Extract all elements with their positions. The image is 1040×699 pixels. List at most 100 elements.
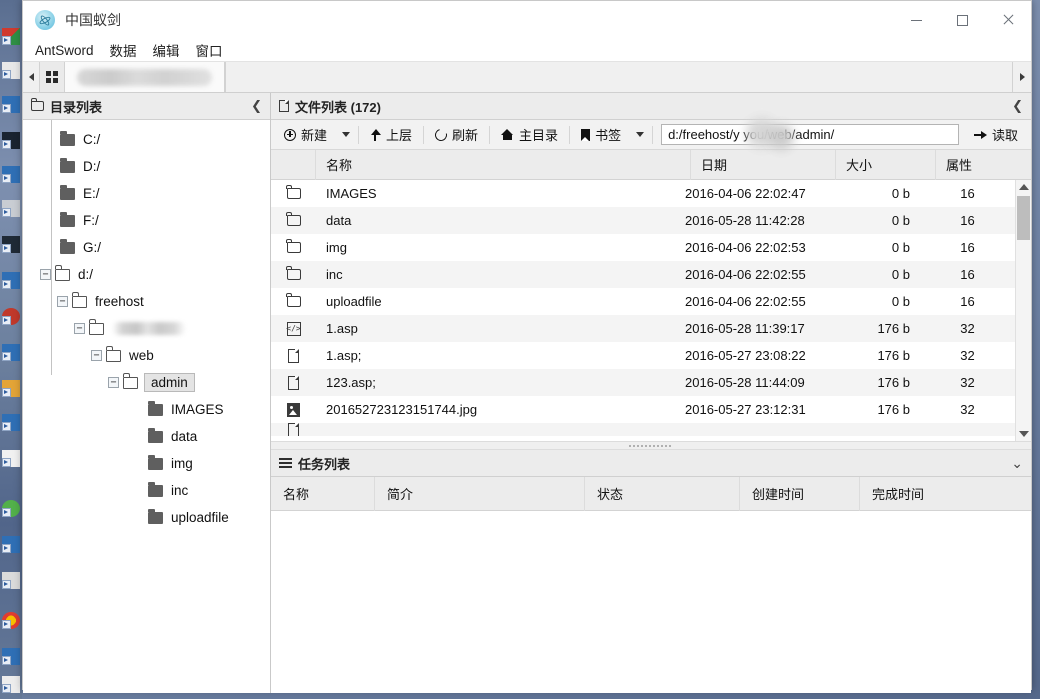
tree-node-freehost[interactable]: − freehost <box>23 288 270 315</box>
scrollbar-thumb[interactable] <box>1017 196 1030 240</box>
task-table-header: 名称 简介 状态 创建时间 完成时间 <box>271 476 1031 511</box>
tree-node-d-lower[interactable]: − d:/ <box>23 261 270 288</box>
file-row-attr: 16 <box>960 213 975 228</box>
table-row[interactable]: 123.asp; 2016-05-28 11:44:09 176 b 32 <box>271 369 1015 396</box>
file-list-collapse-button[interactable]: ❮ <box>1012 98 1023 114</box>
scrollbar-down-button[interactable] <box>1016 427 1031 441</box>
table-row[interactable] <box>271 423 1015 436</box>
up-button-label: 上层 <box>386 128 413 143</box>
minimize-button[interactable] <box>893 1 939 39</box>
table-row[interactable]: inc 2016-04-06 22:02:55 0 b 16 <box>271 261 1015 288</box>
file-row-date: 2016-05-27 23:08:22 <box>685 348 806 363</box>
desktop-icon <box>2 166 20 183</box>
tree-node-inc[interactable]: inc <box>23 477 270 504</box>
folder-icon <box>286 266 301 280</box>
tree-node-data[interactable]: data <box>23 423 270 450</box>
file-list-title: 文件列表 (172) <box>295 99 381 115</box>
tree-node-uploadfile[interactable]: uploadfile <box>23 504 270 531</box>
tree-node-d-drive[interactable]: D:/ <box>23 153 270 180</box>
maximize-button[interactable] <box>939 1 985 39</box>
table-row[interactable]: uploadfile 2016-04-06 22:02:55 0 b 16 <box>271 288 1015 315</box>
tree-node-images[interactable]: IMAGES <box>23 396 270 423</box>
bookmark-button[interactable]: 书签 <box>572 123 630 147</box>
file-row-size: 0 b <box>891 294 910 309</box>
arrow-up-icon <box>370 128 381 141</box>
task-column-create-time[interactable]: 创建时间 <box>740 476 860 511</box>
file-list-panel: 文件列表 (172) ❮ 新建 上层 刷新 主目录 书签 d:/freehost… <box>271 93 1031 441</box>
folder-solid-icon <box>148 508 163 524</box>
path-input[interactable]: d:/freehost/y you/web/admin/ <box>661 118 959 150</box>
tab-grid-view[interactable] <box>40 62 65 92</box>
read-button[interactable]: 读取 <box>965 123 1027 147</box>
new-button[interactable]: 新建 <box>275 123 336 147</box>
tree-toggle-collapse-icon[interactable]: − <box>91 350 102 361</box>
file-list-scrollbar[interactable] <box>1015 180 1031 441</box>
tree-node-c[interactable]: C:/ <box>23 126 270 153</box>
file-icon <box>288 423 299 436</box>
task-column-state[interactable]: 状态 <box>585 476 740 511</box>
tree-node-g[interactable]: G:/ <box>23 234 270 261</box>
tab-scroll-left-button[interactable] <box>23 62 40 92</box>
tree-node-e[interactable]: E:/ <box>23 180 270 207</box>
tree-node-label: IMAGES <box>171 402 224 417</box>
home-button[interactable]: 主目录 <box>492 123 567 147</box>
tree-node-img[interactable]: img <box>23 450 270 477</box>
close-button[interactable] <box>985 1 1031 39</box>
tree-node-admin[interactable]: − admin <box>23 369 270 396</box>
tab-active-session[interactable] <box>65 62 225 92</box>
table-row[interactable]: data 2016-05-28 11:42:28 0 b 16 <box>271 207 1015 234</box>
file-column-date[interactable]: 日期 <box>691 149 836 180</box>
refresh-button[interactable]: 刷新 <box>426 123 487 147</box>
desktop-icon <box>2 200 20 217</box>
table-row[interactable]: 201652723123151744.jpg 2016-05-27 23:12:… <box>271 396 1015 423</box>
bookmark-button-label: 书签 <box>595 128 622 143</box>
file-row-date <box>675 423 820 436</box>
file-column-attr[interactable]: 属性 <box>936 150 1031 180</box>
new-dropdown-button[interactable] <box>336 123 356 147</box>
task-column-finish-time[interactable]: 完成时间 <box>860 477 1031 511</box>
file-row-attr: 16 <box>960 240 975 255</box>
tree-toggle-collapse-icon[interactable]: − <box>40 269 51 280</box>
table-row[interactable]: 1.asp; 2016-05-27 23:08:22 176 b 32 <box>271 342 1015 369</box>
file-row-date: 2016-04-06 22:02:55 <box>685 294 806 309</box>
menu-antsword[interactable]: AntSword <box>35 43 94 58</box>
tree-node-web[interactable]: − web <box>23 342 270 369</box>
file-row-icon <box>271 261 316 288</box>
directory-panel-collapse-button[interactable]: ❮ <box>251 98 262 114</box>
task-column-desc[interactable]: 简介 <box>375 476 585 511</box>
table-row[interactable]: </> 1.asp 2016-05-28 11:39:17 176 b 32 <box>271 315 1015 342</box>
file-row-date: 2016-05-28 11:42:28 <box>685 213 805 228</box>
code-file-icon: </> <box>286 321 301 336</box>
refresh-button-label: 刷新 <box>452 128 479 143</box>
panel-splitter[interactable] <box>271 441 1031 450</box>
tree-toggle-collapse-icon[interactable]: − <box>108 377 119 388</box>
tree-toggle-collapse-icon[interactable]: − <box>74 323 85 334</box>
tree-toggle-collapse-icon[interactable]: − <box>57 296 68 307</box>
file-table-body-wrap: IMAGES 2016-04-06 22:02:47 0 b 16 data 2… <box>271 180 1031 441</box>
file-column-name[interactable]: 名称 <box>316 149 691 180</box>
desktop-icon <box>2 272 20 289</box>
bookmark-dropdown-button[interactable] <box>630 123 650 147</box>
menu-edit[interactable]: 编辑 <box>153 40 180 60</box>
folder-open-icon <box>122 373 138 389</box>
task-list-collapse-button[interactable]: ⌄ <box>1011 455 1023 472</box>
file-row-size: 0 b <box>891 267 910 282</box>
desktop-icon <box>2 132 20 149</box>
scrollbar-up-button[interactable] <box>1016 180 1031 194</box>
menu-window[interactable]: 窗口 <box>196 40 223 60</box>
tab-strip <box>23 62 1031 93</box>
table-row[interactable]: IMAGES 2016-04-06 22:02:47 0 b 16 <box>271 180 1015 207</box>
file-column-size[interactable]: 大小 <box>836 149 936 180</box>
toolbar-separator <box>652 125 654 144</box>
file-row-attr: 32 <box>960 348 975 363</box>
tab-scroll-right-button[interactable] <box>1012 62 1031 92</box>
tree-node-redacted[interactable]: − <box>23 315 270 342</box>
task-column-name[interactable]: 名称 <box>271 476 375 511</box>
desktop-icon <box>2 648 20 665</box>
desktop-icon <box>2 308 20 325</box>
tree-node-label: d:/ <box>78 267 94 282</box>
menu-data[interactable]: 数据 <box>110 40 137 60</box>
up-button[interactable]: 上层 <box>361 123 421 147</box>
table-row[interactable]: img 2016-04-06 22:02:53 0 b 16 <box>271 234 1015 261</box>
tree-node-f[interactable]: F:/ <box>23 207 270 234</box>
